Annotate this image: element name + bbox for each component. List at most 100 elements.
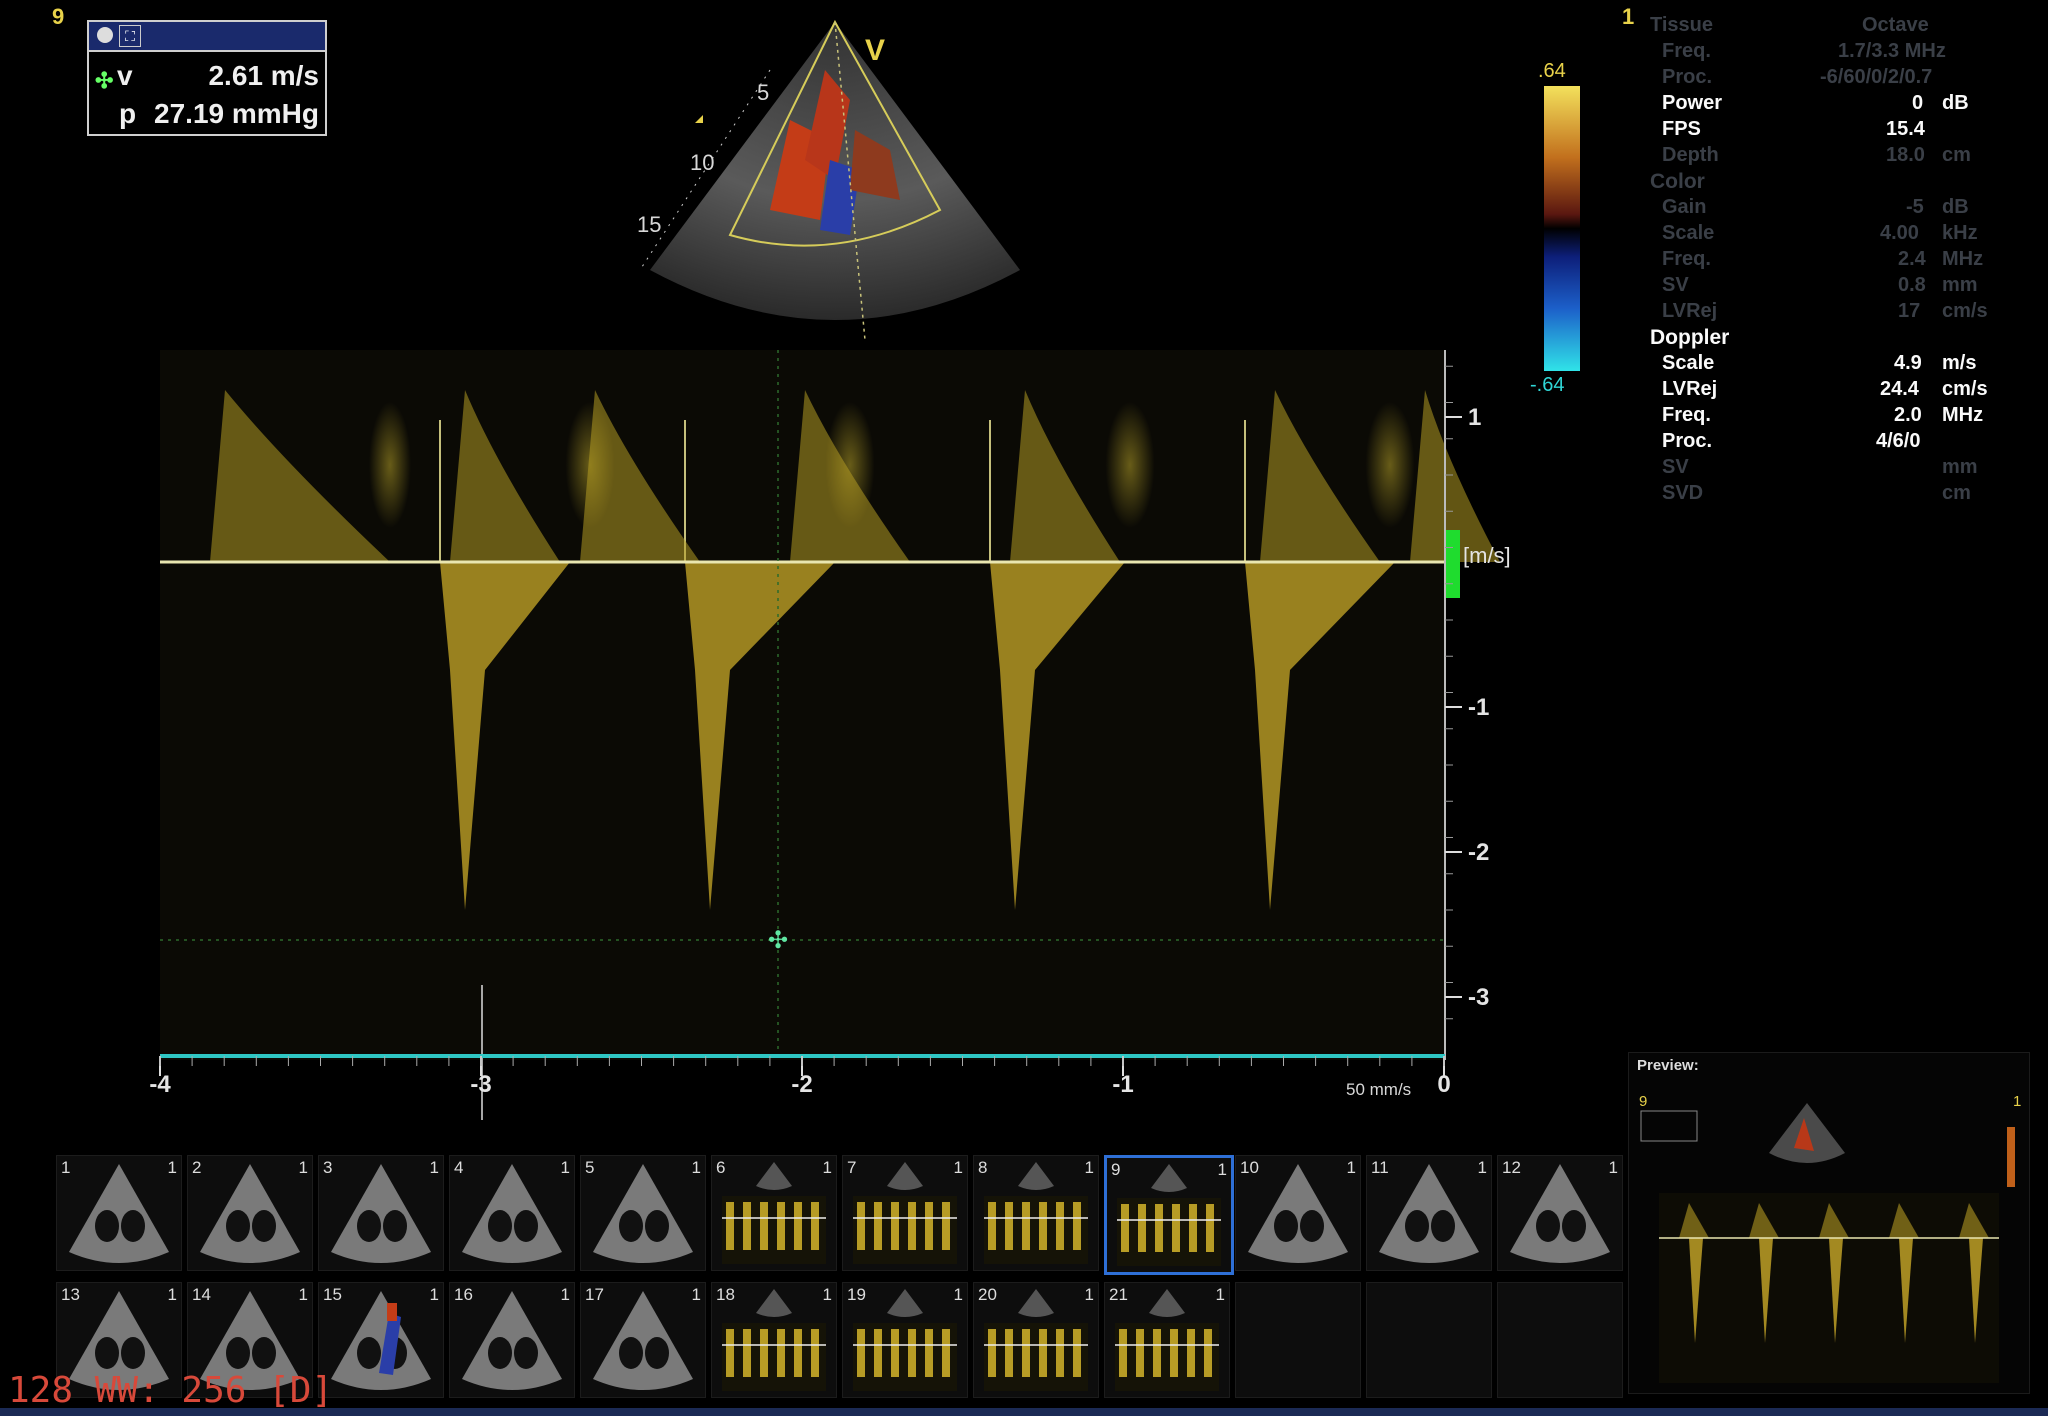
- doppler-freq-value: 2.0: [1894, 404, 1922, 426]
- doppler-sv-unit: mm: [1942, 456, 1978, 478]
- fps-label: FPS: [1662, 118, 1701, 140]
- y-tick-label: -3: [1468, 984, 1489, 1011]
- thumbnail-21[interactable]: 21 1: [1104, 1282, 1230, 1398]
- thumbnail-4[interactable]: 41: [449, 1155, 575, 1271]
- doppler-svd-unit: cm: [1942, 482, 1971, 504]
- thumbnail-strip[interactable]: 1 1 2 1 3 1 4 1 5 1 6 1 7 1 8 1 9 1 10 1 11 1 12 1 13 1 14 1 15 1 16 1 1…: [56, 1155, 1626, 1405]
- thumbnail-index: 1: [953, 1285, 963, 1304]
- tissue-proc-label: Proc.: [1662, 66, 1713, 88]
- thumbnail-9[interactable]: 91: [1104, 1155, 1234, 1275]
- doppler-section-label: Doppler: [1650, 326, 1730, 349]
- thumbnail-number: 10: [1240, 1158, 1259, 1177]
- frame-number: 9: [52, 4, 65, 29]
- doppler-proc-label: Proc.: [1662, 430, 1713, 452]
- lvrej-value: 17: [1898, 300, 1921, 322]
- thumbnail-5[interactable]: 51: [580, 1155, 706, 1271]
- thumbnail-index: 1: [953, 1158, 963, 1177]
- depth-label-15: 15: [637, 212, 661, 237]
- record-icon: [97, 27, 113, 43]
- depth-label-10: 10: [690, 150, 714, 175]
- preview-title: Preview:: [1637, 1057, 1699, 1074]
- doppler-scale-label: Scale: [1662, 352, 1715, 374]
- thumbnail-number: 18: [716, 1285, 735, 1304]
- thumbnail-number: 13: [61, 1285, 80, 1304]
- thumbnail-16[interactable]: 16 1: [449, 1282, 575, 1398]
- gain-label: Gain: [1662, 196, 1707, 218]
- thumbnail-index: 1: [429, 1158, 439, 1177]
- doppler-lvrej-unit: cm/s: [1942, 378, 1988, 400]
- sv-label: SV: [1662, 274, 1689, 296]
- doppler-proc-value: 4/6/0: [1876, 430, 1921, 452]
- thumbnail-8[interactable]: 81: [973, 1155, 1099, 1271]
- power-value: 0: [1912, 92, 1924, 114]
- preview-panel[interactable]: Preview: 9 1: [1628, 1052, 2030, 1394]
- echo-thumb-image: [69, 1164, 169, 1263]
- lvrej-unit: cm/s: [1942, 300, 1988, 322]
- empty-thumbnail-slot: [1235, 1282, 1361, 1398]
- preview-image: [1640, 1103, 2015, 1383]
- color-sector-image[interactable]: V 5 10 15: [620, 10, 1040, 340]
- thumbnail-index: 1: [1477, 1158, 1487, 1177]
- thumbnail-12[interactable]: 12 1: [1497, 1155, 1623, 1271]
- thumbnail-20[interactable]: 20 1: [973, 1282, 1099, 1398]
- measurement-panel[interactable]: ⛶ ✣ v 2.61 m/s p 27.19 mmHg: [87, 20, 327, 136]
- color-freq-unit: MHz: [1942, 248, 1984, 270]
- x-tick-label: -2: [791, 1071, 812, 1098]
- velocity-value: 2.61 m/s: [208, 60, 319, 91]
- y-tick-label: 1: [1468, 404, 1481, 431]
- time-ticks: -4 -3 -2 -1 0: [150, 1056, 1451, 1098]
- thumbnail-7[interactable]: 71: [842, 1155, 968, 1271]
- caliper-cross-icon[interactable]: ✣: [768, 927, 788, 954]
- spectral-overlay[interactable]: ✣ 1 -1 -2 -3 -4 -3 -2 -1 0: [150, 340, 1510, 1140]
- doppler-thumb-image: [853, 1162, 957, 1264]
- forward-flow: [790, 390, 910, 562]
- thumbnail-3[interactable]: 31: [318, 1155, 444, 1271]
- echo-thumb-image: [462, 1164, 562, 1263]
- thumbnail-19[interactable]: 19 1: [842, 1282, 968, 1398]
- thumbnail-10[interactable]: 10 1: [1235, 1155, 1361, 1271]
- doppler-lvrej-label: LVRej: [1662, 378, 1718, 400]
- x-tick-label: 0: [1437, 1071, 1450, 1098]
- thumbnail-index: 1: [1084, 1285, 1094, 1304]
- thumbnail-index: 1: [1215, 1285, 1225, 1304]
- forward-flow: [580, 390, 700, 562]
- empty-thumbnail-slot: [1366, 1282, 1492, 1398]
- thumbnail-11[interactable]: 11 1: [1366, 1155, 1492, 1271]
- thumbnail-number: 6: [716, 1158, 726, 1177]
- depth-label-5: 5: [757, 80, 769, 105]
- thumbnail-index: 1: [1608, 1158, 1618, 1177]
- doppler-thumb-image: [984, 1162, 1088, 1264]
- taskbar-strip: [0, 1408, 2048, 1416]
- window-level-status: 128 WW: 256 [D]: [8, 1370, 334, 1411]
- thumbnail-1[interactable]: 11: [56, 1155, 182, 1271]
- thumbnail-2[interactable]: 21: [187, 1155, 313, 1271]
- thumbnail-index: 1: [167, 1158, 177, 1177]
- sector-orientation-label: V: [865, 34, 885, 67]
- thumbnail-18[interactable]: 18 1: [711, 1282, 837, 1398]
- forward-flow: [450, 390, 560, 562]
- gain-value: -5: [1906, 196, 1924, 218]
- velocity-row: ✣ v 2.61 m/s: [89, 58, 325, 96]
- velocity-unit-label: [m/s]: [1463, 543, 1511, 568]
- echo-thumb-image: [593, 1164, 693, 1263]
- thumbnail-17[interactable]: 17 1: [580, 1282, 706, 1398]
- regurgitant-jet: [990, 562, 1125, 910]
- depth-label: Depth: [1662, 144, 1719, 166]
- thumbnail-number: 15: [323, 1285, 342, 1304]
- thumbnail-number: 1: [61, 1158, 71, 1177]
- baseline-marker[interactable]: [1446, 530, 1460, 598]
- thumbnail-index: 1: [298, 1158, 308, 1177]
- image-index: 1: [1622, 4, 1635, 29]
- thumbnail-6[interactable]: 61: [711, 1155, 837, 1271]
- thumbnail-number: 17: [585, 1285, 604, 1304]
- measure-tool-icon: ⛶: [119, 25, 141, 47]
- color-velocity-bar: [1544, 86, 1580, 371]
- scale-label: Scale: [1662, 222, 1715, 244]
- thumbnail-number: 9: [1111, 1160, 1121, 1179]
- pressure-label: p: [119, 98, 137, 129]
- doppler-lvrej-value: 24.4: [1880, 378, 1919, 400]
- thumbnail-15[interactable]: 15 1: [318, 1282, 444, 1398]
- x-tick-label: -1: [1112, 1071, 1133, 1098]
- y-tick-label: -2: [1468, 839, 1489, 866]
- thumbnail-index: 1: [1217, 1160, 1227, 1179]
